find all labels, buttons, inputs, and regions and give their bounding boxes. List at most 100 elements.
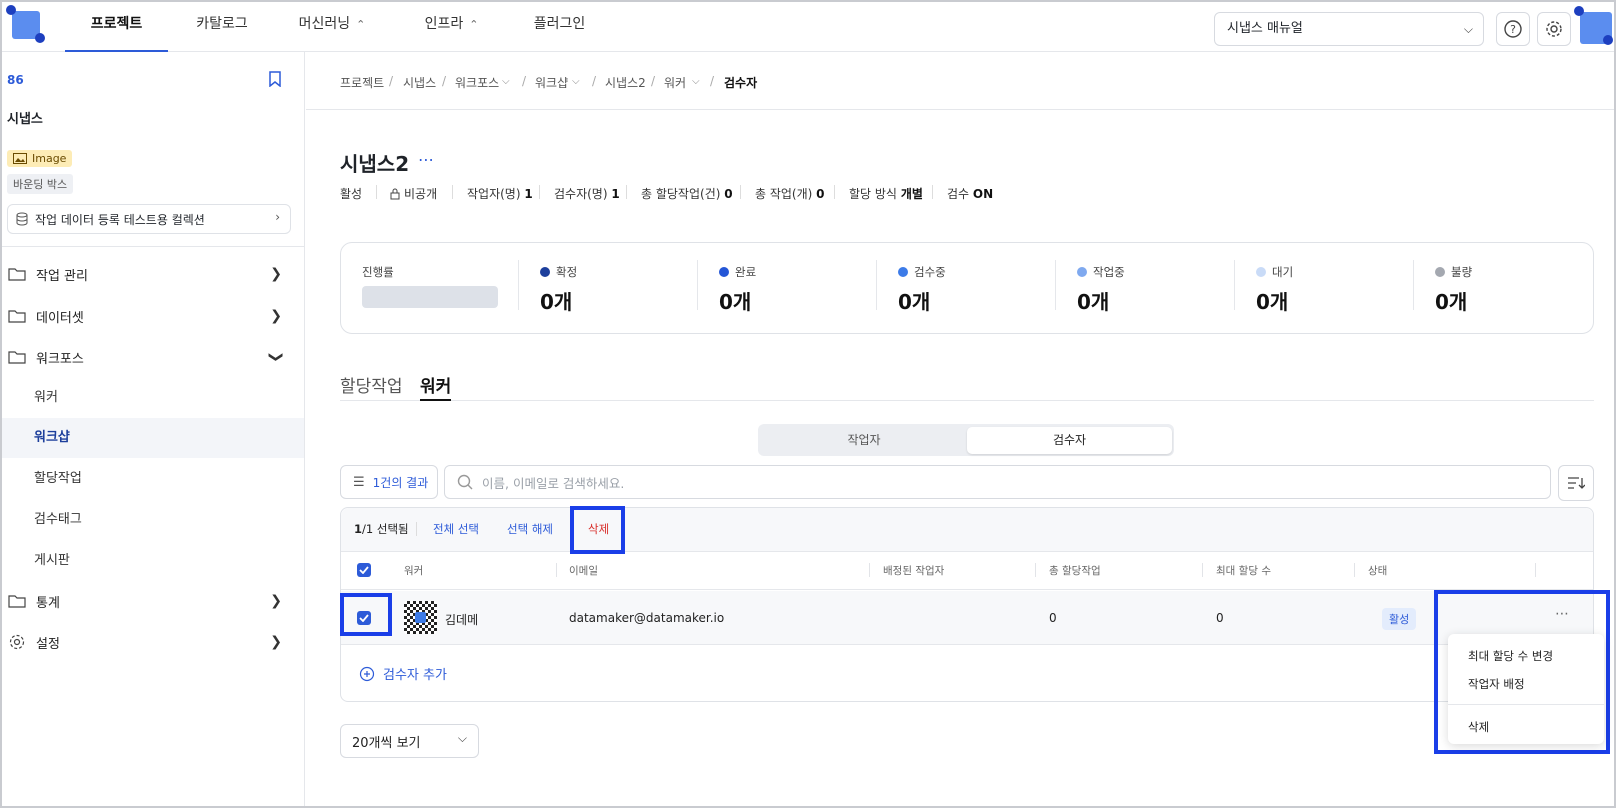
image-icon	[13, 153, 27, 164]
nav-tab-infra[interactable]: 인프라 ⌃	[414, 2, 489, 52]
tab-workers[interactable]: 워커	[420, 372, 452, 401]
status-dot-icon	[719, 267, 729, 277]
help-button[interactable]: ?	[1496, 12, 1530, 46]
table-header	[341, 552, 1593, 590]
tab-assigned-tasks[interactable]: 할당작업	[340, 372, 403, 397]
chevron-right-icon: ❯	[270, 634, 282, 650]
collection-link[interactable]: 작업 데이터 등록 테스트용 컬렉션 ›	[7, 204, 291, 234]
segment-reviewers[interactable]: 검수자	[967, 427, 1172, 454]
lock-icon	[390, 188, 400, 199]
nav-tab-ml[interactable]: 머신러닝 ⌃	[287, 2, 377, 52]
menu-change-max-assign[interactable]: 최대 할당 수 변경	[1468, 648, 1553, 664]
page-size-select[interactable]: 20개씩 보기 ⌵	[340, 724, 479, 758]
deselect-button[interactable]: 선택 해제	[507, 521, 553, 537]
divider	[2, 246, 304, 247]
status-dot-icon	[540, 267, 550, 277]
visibility-label: 비공개	[390, 185, 437, 202]
bookmark-icon[interactable]	[268, 71, 282, 91]
breadcrumb-item[interactable]: 워크포스	[455, 74, 499, 91]
column-header-assigned-workers[interactable]: 배정된 작업자	[883, 563, 944, 578]
nav-tab-catalog[interactable]: 카탈로그	[182, 2, 262, 52]
menu-delete[interactable]: 삭제	[1468, 719, 1489, 735]
total-assigned: 총 할당작업(건) 0	[641, 187, 733, 201]
assign-method: 할당 방식 개별	[849, 187, 923, 201]
sidebar-item-statistics[interactable]: 통계 ❯	[2, 581, 304, 621]
sidebar-subitem-board[interactable]: 게시판	[2, 541, 304, 581]
breadcrumb-item[interactable]: 시냅스	[403, 74, 436, 91]
column-header-email[interactable]: 이메일	[569, 563, 598, 578]
chevron-down-icon: ⌵	[502, 76, 510, 87]
logo-dot	[35, 33, 45, 43]
chevron-right-icon: ›	[275, 210, 280, 224]
sidebar-item-dataset[interactable]: 데이터셋 ❯	[2, 296, 304, 336]
sidebar-subitem-workshop[interactable]: 워크샵	[2, 418, 304, 458]
chevron-down-icon: ⌵	[457, 731, 467, 745]
check-icon	[359, 566, 369, 574]
column-header-status[interactable]: 상태	[1368, 563, 1387, 578]
nav-tab-plugin[interactable]: 플러그인	[527, 2, 592, 52]
menu-assign-workers[interactable]: 작업자 배정	[1468, 676, 1525, 692]
chevron-down-icon: ❯	[268, 351, 285, 363]
status-dot-icon	[1256, 267, 1266, 277]
column-header-worker[interactable]: 워커	[404, 563, 423, 578]
workers-count: 작업자(명) 1	[467, 187, 533, 201]
sidebar-item-task-management[interactable]: 작업 관리 ❯	[2, 254, 304, 294]
sidebar-item-settings[interactable]: 설정 ❯	[2, 622, 304, 662]
gear-icon	[1546, 21, 1562, 37]
chevron-down-icon: ⌵	[1463, 22, 1473, 36]
column-header-max-assign[interactable]: 최대 할당 수	[1216, 563, 1271, 578]
select-all-button[interactable]: 전체 선택	[433, 521, 479, 537]
top-navigation: 프로젝트 카탈로그 머신러닝 ⌃ 인프라 ⌃ 플러그인 시냅스 매뉴얼 ⌵ ?	[2, 2, 1614, 52]
select-all-checkbox[interactable]	[357, 563, 371, 577]
sidebar-item-workforce[interactable]: 워크포스 ❯	[2, 337, 304, 377]
chevron-right-icon: ❯	[270, 593, 282, 609]
sort-button[interactable]	[1558, 465, 1594, 501]
more-options-icon[interactable]: ⋯	[418, 150, 434, 169]
chevron-down-icon: ⌵	[692, 76, 700, 87]
stat-confirmed: 확정 0개	[540, 265, 578, 314]
stat-defective: 불량 0개	[1435, 265, 1473, 314]
filter-button[interactable]: ☰ 1건의 결과	[340, 465, 438, 499]
total-tasks: 총 작업(개) 0	[755, 187, 825, 201]
sidebar-subitem-assigned-tasks[interactable]: 할당작업	[2, 459, 304, 499]
segment-workers[interactable]: 작업자	[762, 428, 966, 452]
stat-in-progress: 작업중 0개	[1077, 265, 1125, 314]
logo-dot	[6, 5, 16, 15]
gear-icon	[9, 634, 25, 650]
search-icon	[457, 474, 473, 490]
sidebar-subitem-review-tags[interactable]: 검수태그	[2, 500, 304, 540]
help-icon: ?	[1504, 20, 1522, 38]
worker-name: 김데메	[445, 613, 479, 627]
folder-icon	[8, 351, 26, 364]
search-input[interactable]: 이름, 이메일로 검색하세요.	[444, 465, 1551, 499]
plus-circle-icon	[359, 666, 375, 681]
workshop-status: 활성	[340, 187, 363, 201]
nav-tab-project[interactable]: 프로젝트	[65, 2, 168, 52]
worker-max-assign: 0	[1216, 611, 1224, 625]
breadcrumb-item[interactable]: 워커	[664, 74, 686, 91]
sidebar: 86 시냅스 Image 바운딩 박스 작업 데이터 등록 테스트용 컬렉션 ›…	[2, 52, 305, 806]
annotation-type-badge: 바운딩 박스	[7, 174, 74, 194]
database-icon	[16, 212, 28, 226]
stat-reviewing: 검수중 0개	[898, 265, 946, 314]
add-reviewer-button[interactable]: 검수자 추가	[359, 664, 447, 683]
breadcrumb-item[interactable]: 프로젝트	[340, 74, 384, 91]
status-dot-icon	[1077, 267, 1087, 277]
breadcrumb-item[interactable]: 워크샵	[535, 74, 568, 91]
svg-text:?: ?	[1510, 23, 1516, 36]
sort-icon	[1568, 477, 1585, 489]
avatar-dot	[1603, 35, 1613, 45]
project-name: 시냅스	[7, 112, 43, 127]
selected-count: 1/1 선택됨	[354, 522, 409, 536]
stat-waiting: 대기 0개	[1256, 265, 1294, 314]
manual-select[interactable]: 시냅스 매뉴얼 ⌵	[1214, 12, 1484, 46]
column-header-total-assigned[interactable]: 총 할당작업	[1049, 563, 1101, 578]
sidebar-subitem-worker[interactable]: 워커	[2, 378, 304, 418]
settings-button[interactable]	[1537, 12, 1571, 46]
chevron-right-icon: ❯	[270, 308, 282, 324]
worker-total-assigned: 0	[1049, 611, 1057, 625]
menu-divider	[1448, 704, 1604, 705]
highlight-box	[340, 593, 392, 636]
breadcrumb-item[interactable]: 시냅스2	[605, 74, 646, 91]
worker-email: datamaker@datamaker.io	[569, 611, 725, 625]
